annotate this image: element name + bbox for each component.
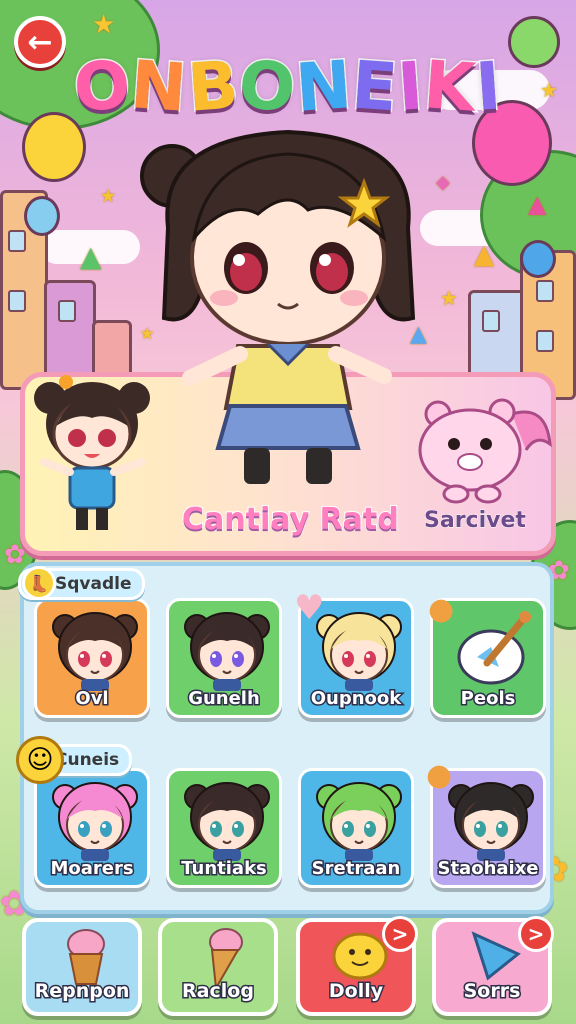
character-portrait	[184, 612, 270, 691]
character-tile[interactable]: Sretraan	[298, 768, 414, 888]
section-label-second-text: Cuneis	[55, 750, 120, 770]
character-portrait	[52, 782, 138, 861]
character-tile[interactable]: Ovl	[34, 598, 150, 718]
triangle-icon	[471, 931, 521, 981]
arrow-right-icon: >	[382, 916, 418, 952]
character-tile[interactable]: Tuntiaks	[166, 768, 282, 888]
character-tile-name: Tuntiaks	[180, 857, 269, 881]
ice-cream-cup-icon	[67, 929, 105, 985]
bottom-button[interactable]: > Sorrs	[432, 916, 554, 1016]
title-letter: B	[184, 45, 244, 128]
arrow-right-icon: >	[518, 916, 554, 952]
title-letter: I	[472, 46, 506, 128]
game-title: ONBONEIKI	[0, 45, 576, 129]
heart-icon: ♥	[294, 588, 325, 628]
pink-pet-character[interactable]	[416, 394, 556, 504]
cookie-icon: ●	[428, 592, 455, 627]
character-tile-name: Peols	[459, 687, 517, 711]
character-tile-name: Ovl	[74, 687, 110, 711]
bottom-button[interactable]: > Dolly	[296, 916, 418, 1016]
section-label-first-text: Sqvadle	[55, 574, 132, 594]
cookie-icon-2: ●	[426, 758, 453, 793]
title-letter: N	[292, 45, 356, 129]
character-tile[interactable]: Gunelh	[166, 598, 282, 718]
arrow-left-icon: ←	[27, 24, 53, 60]
featured-title: Cantiay Ratd	[181, 501, 400, 538]
bottom-button-label: Sorrs	[462, 979, 522, 1004]
bottom-button[interactable]: Raclog	[158, 918, 278, 1016]
character-portrait	[448, 782, 534, 861]
character-tile-name: Sretraan	[310, 857, 402, 881]
character-portrait	[52, 612, 138, 691]
left-side-character[interactable]	[22, 368, 162, 538]
character-portrait	[184, 782, 270, 861]
featured-subtitle[interactable]: Sarcivet	[424, 508, 527, 534]
bottom-button[interactable]: Repnpon	[22, 918, 142, 1016]
smiley-icon: ☺	[16, 736, 64, 784]
main-character[interactable]	[138, 118, 438, 488]
bottom-button-label: Raclog	[181, 979, 256, 1004]
title-letter: K	[420, 45, 480, 128]
smiley-star-icon	[332, 932, 388, 980]
character-tile[interactable]: Moarers	[34, 768, 150, 888]
title-letter: N	[127, 45, 191, 129]
back-button[interactable]: ←	[14, 16, 66, 68]
character-portrait	[316, 612, 402, 691]
character-tile-name: Gunelh	[187, 687, 262, 711]
boot-icon: 👢	[22, 566, 56, 600]
bottom-button-label: Repnpon	[33, 979, 131, 1004]
title-letter: E	[348, 45, 402, 128]
character-tile-name: Staohaixe	[436, 857, 540, 881]
character-portrait	[316, 782, 402, 861]
title-letter: O	[70, 45, 135, 129]
bottom-button-label: Dolly	[327, 979, 384, 1004]
bowl-icon	[457, 611, 531, 685]
title-letter: O	[235, 45, 300, 129]
character-tile-name: Moarers	[49, 857, 135, 881]
character-tile-name: Oupnook	[309, 687, 403, 711]
